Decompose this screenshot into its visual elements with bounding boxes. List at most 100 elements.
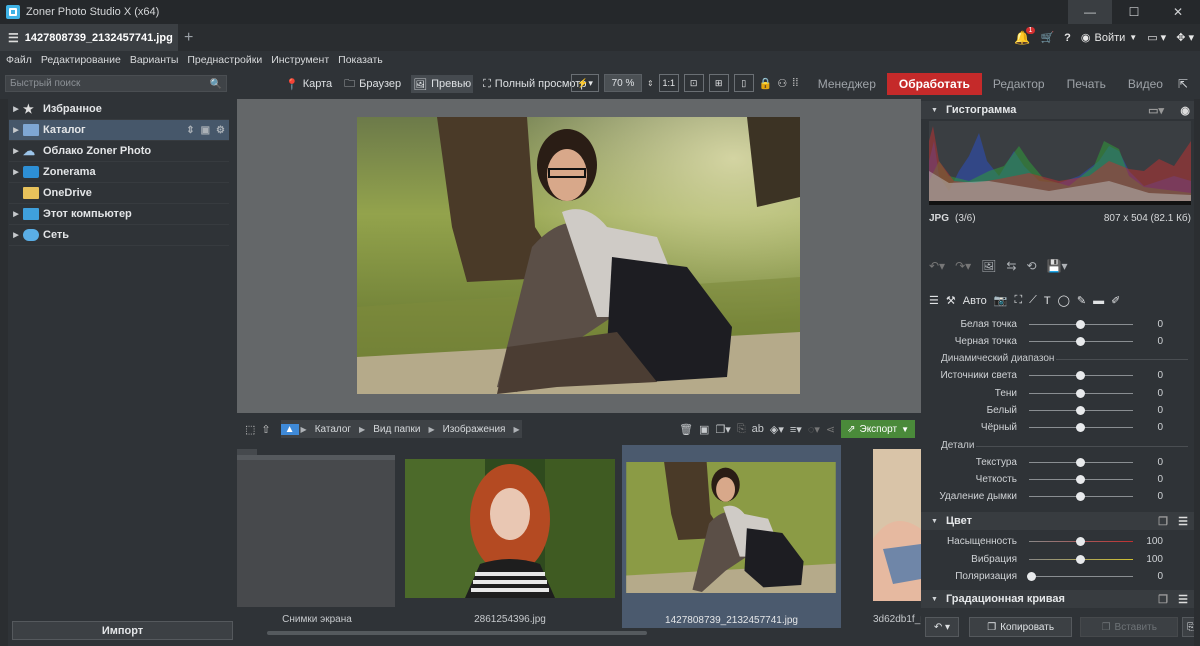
thumbnail-image[interactable]: 2861254396.jpg: [405, 445, 615, 627]
compare-image-icon[interactable]: 🖼: [981, 259, 996, 273]
camera-icon[interactable]: 📷: [994, 294, 1008, 307]
auto-button[interactable]: Авто: [963, 295, 987, 307]
undo-button[interactable]: ↶ ▾: [925, 617, 959, 637]
menu-edit[interactable]: Редактирование: [41, 54, 121, 66]
sliders-icon[interactable]: ☰: [929, 294, 939, 307]
lightning-button[interactable]: ⚡▾: [571, 74, 599, 92]
breadcrumb-catalog[interactable]: Каталог: [309, 424, 357, 435]
add-tab-button[interactable]: +: [184, 29, 193, 47]
saturation-slider[interactable]: Насыщенность 100: [921, 533, 1181, 550]
histogram-header[interactable]: ▼ Гистограмма ▭▾ ◉: [921, 101, 1200, 119]
fit-height-button[interactable]: ▯: [733, 74, 754, 92]
maximize-button[interactable]: ☐: [1112, 0, 1156, 24]
crop-icon[interactable]: ⛶: [1014, 294, 1022, 307]
tree-item-zonerama[interactable]: ▶ Zonerama: [9, 162, 229, 183]
vibrance-slider[interactable]: Вибрация 100: [921, 551, 1181, 568]
tree-item-favorites[interactable]: ▶ ★ Избранное: [9, 99, 229, 120]
module-video[interactable]: Видео: [1117, 73, 1174, 95]
menu-tool[interactable]: Инструмент: [271, 54, 329, 66]
minimize-button[interactable]: —: [1068, 0, 1112, 24]
catalog-crumb-icon[interactable]: ▲: [280, 423, 299, 435]
blacks-slider[interactable]: Чёрный 0: [921, 419, 1181, 436]
export-button[interactable]: ⇗ Экспорт ▼: [841, 420, 915, 438]
stack-icon[interactable]: ◈▾: [770, 423, 784, 436]
magic-wand-icon[interactable]: ⚒: [946, 294, 956, 307]
text-icon[interactable]: T: [1044, 295, 1051, 307]
compare-icon[interactable]: ◌▾: [808, 423, 820, 436]
breadcrumb-images[interactable]: Изображения: [437, 424, 512, 435]
save-icon[interactable]: 💾▾: [1047, 259, 1068, 273]
notification-button[interactable]: 🔔 1: [1014, 26, 1036, 46]
map-view-button[interactable]: 📍 Карта: [283, 75, 334, 93]
module-process[interactable]: Обработать: [886, 73, 982, 95]
breadcrumb-folder-view[interactable]: Вид папки: [367, 424, 426, 435]
close-button[interactable]: ✕: [1156, 0, 1200, 24]
preview-view-button[interactable]: 🖼 Превью: [411, 75, 474, 93]
help-button[interactable]: ?: [1064, 32, 1071, 44]
thumbnail-image[interactable]: 3d62db1f_res: [873, 445, 921, 627]
cart-icon[interactable]: 🛒: [1040, 31, 1054, 44]
copy-settings-icon[interactable]: ❐: [1158, 593, 1168, 606]
tree-item-this-pc[interactable]: ▶ Этот компьютер: [9, 204, 229, 225]
copy-settings-icon[interactable]: ❐: [1158, 515, 1168, 528]
select-icon[interactable]: ⬚: [245, 423, 255, 436]
zoom-field[interactable]: 70 %: [604, 74, 642, 92]
paste-button[interactable]: ❐ Вставить: [1080, 617, 1179, 637]
histogram-settings-icon[interactable]: ◉: [1180, 104, 1190, 117]
white-point-slider[interactable]: Белая точка 0: [921, 316, 1181, 333]
fit-screen-button[interactable]: ⊡: [683, 74, 704, 92]
settings-gear-icon[interactable]: ⚙: [216, 125, 225, 136]
module-print[interactable]: Печать: [1056, 73, 1117, 95]
external-link-icon[interactable]: ⇱: [1174, 73, 1192, 95]
filmstrip-scrollbar[interactable]: [267, 631, 647, 635]
layout-menu-button[interactable]: ✥ ▾: [1176, 31, 1194, 44]
circle-icon[interactable]: ◯: [1058, 294, 1070, 307]
up-folder-icon[interactable]: ⇧: [261, 423, 270, 436]
browser-view-button[interactable]: 🗀 Браузер: [342, 75, 403, 93]
menu-variants[interactable]: Варианты: [130, 54, 179, 66]
grid-icon[interactable]: ⁞⁞: [792, 77, 798, 89]
undo-icon[interactable]: ↶▾: [929, 259, 945, 273]
perspective-icon[interactable]: ⟋: [1029, 294, 1037, 307]
whites-slider[interactable]: Белый 0: [921, 402, 1181, 419]
delete-icon[interactable]: 🗑: [679, 423, 693, 436]
display-mode-button[interactable]: ▭ ▾: [1147, 31, 1166, 44]
right-collapse-handle[interactable]: [1194, 99, 1200, 646]
tree-item-cloud[interactable]: ▶ ☁ Облако Zoner Photo: [9, 141, 229, 162]
lock-icon[interactable]: 🔒: [759, 77, 773, 90]
module-editor[interactable]: Редактор: [982, 73, 1056, 95]
menu-file[interactable]: Файл: [6, 54, 32, 66]
black-point-slider[interactable]: Черная точка 0: [921, 333, 1181, 350]
fit-1-1-button[interactable]: 1:1: [658, 74, 679, 92]
curves-section-header[interactable]: ▼ Градационная кривая ❐ ☰: [921, 590, 1200, 608]
copy-button[interactable]: ❐ Копировать: [968, 617, 1073, 637]
redo-icon[interactable]: ↷▾: [955, 259, 971, 273]
tree-item-catalog[interactable]: ▶ Каталог ⇕ ▣ ⚙: [9, 120, 229, 141]
thumbnail-image-selected[interactable]: 1427808739_2132457741.jpg: [622, 445, 841, 628]
new-folder-icon[interactable]: ▣: [699, 423, 709, 436]
rename-icon[interactable]: ⎘: [737, 423, 746, 436]
color-section-header[interactable]: ▼ Цвет ❐ ☰: [921, 512, 1200, 530]
fit-width-button[interactable]: ⊞: [708, 74, 729, 92]
left-collapse-handle[interactable]: [0, 99, 8, 646]
brush-icon[interactable]: ✎: [1077, 294, 1086, 307]
rotate-icon[interactable]: ⟲: [1026, 259, 1036, 273]
polarization-slider[interactable]: Поляризация 0: [921, 568, 1181, 585]
zoom-stepper[interactable]: ⇕: [647, 79, 654, 88]
document-tab[interactable]: ☰ 1427808739_2132457741.jpg: [0, 24, 178, 51]
menu-view[interactable]: Показать: [338, 54, 383, 66]
import-button[interactable]: Импорт: [12, 621, 233, 640]
menu-icon[interactable]: ☰: [1178, 515, 1188, 528]
batch-rename-icon[interactable]: ab: [752, 423, 764, 435]
histogram-mode-icon[interactable]: ▭▾: [1148, 104, 1164, 117]
dehaze-slider[interactable]: Удаление дымки 0: [921, 488, 1181, 505]
texture-slider[interactable]: Текстура 0: [921, 454, 1181, 471]
search-input[interactable]: Быстрый поиск 🔍: [5, 75, 227, 92]
sort-icon[interactable]: ⇕: [186, 125, 194, 136]
share-icon[interactable]: ⋖: [826, 423, 835, 436]
tree-item-onedrive[interactable]: OneDrive: [9, 183, 229, 204]
filter-icon[interactable]: ≡▾: [790, 423, 802, 436]
highlights-slider[interactable]: Источники света 0: [921, 367, 1181, 384]
module-manager[interactable]: Менеджер: [807, 73, 887, 95]
flip-icon[interactable]: ⇆: [1006, 259, 1016, 273]
